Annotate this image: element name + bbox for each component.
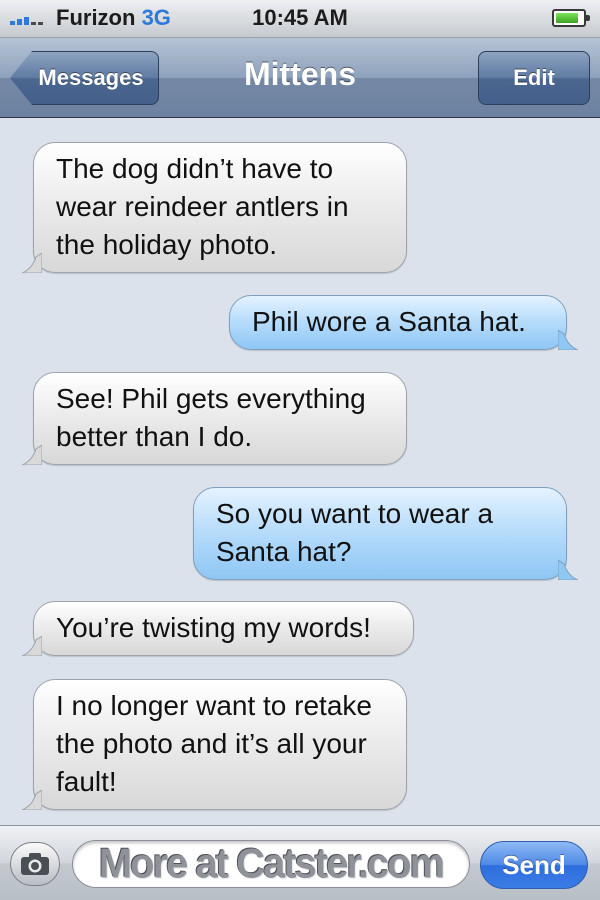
- watermark-text: More at Catster.com: [98, 840, 445, 887]
- nav-bar: Messages Mittens Edit: [0, 38, 600, 118]
- battery-icon: [552, 9, 590, 27]
- message-line: I no longer want to retake: [56, 690, 372, 721]
- camera-icon: [21, 853, 49, 875]
- bubble-tail: [22, 636, 42, 656]
- message-line: You’re twisting my words!: [56, 612, 371, 643]
- message-bubble: You’re twisting my words!: [22, 601, 414, 656]
- message-line: So you want to wear a: [216, 498, 494, 529]
- message-line: The dog didn’t have to: [56, 153, 334, 184]
- message-bubble: The dog didn’t have to wear reindeer ant…: [22, 142, 407, 273]
- bubble-tail: [22, 790, 42, 810]
- bubble-tail: [558, 560, 578, 580]
- message-line: the photo and it’s all your: [56, 728, 367, 759]
- message-bubble: Phil wore a Santa hat.: [229, 295, 578, 350]
- bubble-tail: [558, 330, 578, 350]
- conversation-title: Mittens: [244, 56, 356, 92]
- compose-bar: More at Catster.com Send: [0, 825, 600, 900]
- bubble-tail: [22, 445, 42, 465]
- bubble-tail: [22, 253, 42, 273]
- message-bubble: So you want to wear a Santa hat?: [193, 487, 578, 580]
- battery-level: [556, 13, 579, 23]
- message-bubble: See! Phil gets everything better than I …: [22, 372, 407, 465]
- edit-button[interactable]: Edit: [478, 51, 590, 105]
- message-line: better than I do.: [56, 421, 253, 452]
- message-line: See! Phil gets everything: [56, 383, 366, 414]
- status-bar: Furizon 3G 10:45 AM: [0, 0, 600, 38]
- status-time: 10:45 AM: [252, 5, 348, 30]
- message-line: the holiday photo.: [56, 229, 278, 260]
- conversation-thread[interactable]: The dog didn’t have to wear reindeer ant…: [0, 119, 600, 825]
- camera-button[interactable]: [10, 842, 60, 886]
- message-line: wear reindeer antlers in: [56, 191, 349, 222]
- message-line: Phil wore a Santa hat.: [252, 306, 526, 337]
- back-to-messages-button[interactable]: Messages: [10, 51, 159, 105]
- send-button[interactable]: Send: [480, 841, 588, 889]
- message-line: Santa hat?: [216, 536, 352, 567]
- message-line: fault!: [56, 766, 117, 797]
- message-input[interactable]: More at Catster.com: [72, 840, 470, 888]
- message-bubble: I no longer want to retake the photo and…: [22, 679, 407, 810]
